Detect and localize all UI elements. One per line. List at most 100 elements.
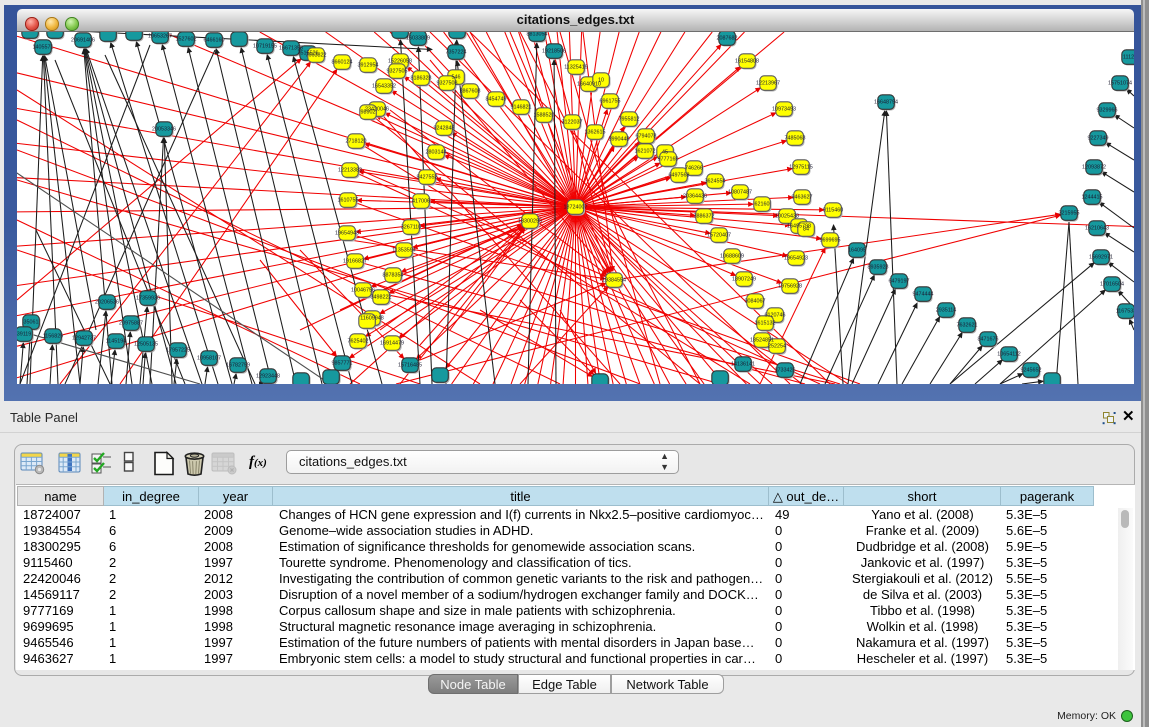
svg-text:7625402: 7625402: [348, 339, 369, 345]
svg-text:62160: 62160: [755, 202, 770, 208]
svg-text:98902: 98902: [361, 110, 376, 116]
svg-text:11609948: 11609948: [360, 316, 384, 322]
svg-text:9327508: 9327508: [437, 81, 458, 87]
svg-text:7357224: 7357224: [446, 50, 467, 56]
svg-text:11353594: 11353594: [392, 248, 416, 254]
svg-text:2087682: 2087682: [717, 36, 738, 42]
svg-text:84: 84: [803, 227, 809, 233]
svg-text:16543352: 16543352: [372, 84, 396, 90]
svg-text:8660124: 8660124: [332, 60, 353, 66]
svg-text:39119: 39119: [17, 332, 31, 338]
svg-text:1156829: 1156829: [43, 334, 64, 340]
svg-text:3624554: 3624554: [705, 179, 726, 185]
svg-text:15692971: 15692971: [1089, 255, 1113, 261]
svg-text:10688609: 10688609: [720, 254, 744, 260]
svg-text:12923448: 12923448: [256, 374, 280, 380]
svg-text:15716485: 15716485: [398, 363, 422, 369]
svg-text:12975115: 12975115: [789, 165, 813, 171]
svg-text:10654112: 10654112: [997, 352, 1021, 358]
svg-text:3122037: 3122037: [562, 120, 583, 126]
svg-text:12505135: 12505135: [134, 342, 158, 348]
svg-text:10653267: 10653267: [148, 34, 172, 40]
svg-text:3498222: 3498222: [371, 295, 392, 301]
svg-text:1145194: 1145194: [106, 339, 127, 345]
svg-text:1621072: 1621072: [635, 149, 656, 155]
svg-text:16210643: 16210643: [1085, 226, 1109, 232]
svg-text:15720407: 15720407: [707, 233, 731, 239]
svg-text:19756928: 19756928: [778, 284, 802, 290]
svg-text:15226058: 15226058: [388, 59, 412, 65]
svg-text:12213383: 12213383: [338, 168, 362, 174]
svg-text:1527602: 1527602: [176, 37, 197, 43]
svg-text:9463627: 9463627: [792, 195, 813, 201]
svg-text:17957225: 17957225: [166, 348, 190, 354]
svg-text:8990448: 8990448: [609, 137, 630, 143]
svg-text:9084067: 9084067: [745, 299, 766, 305]
svg-text:8813054: 8813054: [527, 32, 548, 38]
svg-text:746266: 746266: [685, 166, 703, 172]
svg-text:1588520: 1588520: [534, 113, 555, 119]
svg-text:6479197: 6479197: [889, 279, 910, 285]
svg-text:9474444: 9474444: [913, 292, 934, 298]
svg-text:17359936: 17359936: [136, 296, 160, 302]
svg-text:12942737: 12942737: [72, 336, 96, 342]
svg-text:9327505: 9327505: [387, 69, 408, 75]
svg-text:1733426: 1733426: [775, 368, 796, 374]
svg-text:11325419: 11325419: [564, 65, 588, 71]
svg-text:10807487: 10807487: [728, 190, 752, 196]
svg-text:8471676: 8471676: [978, 337, 999, 343]
svg-text:9146821: 9146821: [511, 105, 532, 111]
svg-text:1167533: 1167533: [1116, 309, 1134, 315]
svg-text:12213967: 12213967: [756, 81, 780, 87]
svg-text:1362615: 1362615: [585, 130, 606, 136]
svg-text:3215955: 3215955: [1059, 211, 1080, 217]
svg-text:6466160: 6466160: [204, 38, 225, 44]
svg-text:8186328: 8186328: [411, 76, 432, 82]
svg-text:12093872: 12093872: [1082, 165, 1106, 171]
svg-text:6120746: 6120746: [765, 313, 786, 319]
svg-text:9777169: 9777169: [658, 157, 679, 163]
svg-text:417006: 417006: [412, 199, 430, 205]
svg-text:10: 10: [598, 78, 604, 84]
svg-text:20206536: 20206536: [95, 300, 119, 306]
svg-text:15751074: 15751074: [1108, 81, 1132, 87]
svg-text:6794078: 6794078: [636, 134, 657, 140]
svg-text:9227349: 9227349: [1088, 136, 1109, 142]
svg-text:3912954: 3912954: [358, 63, 379, 69]
svg-text:6497568: 6497568: [669, 173, 690, 179]
svg-text:20364436: 20364436: [683, 194, 707, 200]
svg-text:10046756: 10046756: [351, 288, 375, 294]
svg-text:164095: 164095: [848, 248, 866, 254]
svg-text:9857771: 9857771: [332, 361, 353, 367]
svg-text:3267110: 3267110: [401, 225, 422, 231]
svg-text:9245652: 9245652: [1021, 368, 1042, 374]
svg-text:9115460: 9115460: [823, 208, 844, 214]
svg-text:9329966: 9329966: [1097, 108, 1118, 114]
svg-text:18724007: 18724007: [564, 205, 588, 211]
svg-text:16033809: 16033809: [406, 36, 430, 42]
svg-text:19654943: 19654943: [335, 231, 359, 237]
svg-text:1615132: 1615132: [755, 321, 776, 327]
svg-text:16648794: 16648794: [874, 100, 898, 106]
svg-text:8935923: 8935923: [868, 265, 889, 271]
svg-text:20975887: 20975887: [119, 321, 143, 327]
svg-text:45: 45: [662, 150, 668, 156]
svg-text:1244415: 1244415: [1082, 195, 1103, 201]
svg-text:9242848: 9242848: [434, 126, 455, 132]
svg-text:7663822: 7663822: [306, 53, 327, 59]
svg-text:20691406: 20691406: [71, 38, 95, 44]
svg-text:8454749: 8454749: [486, 97, 507, 103]
svg-text:16154808: 16154808: [735, 59, 759, 65]
svg-text:17016504: 17016504: [1100, 282, 1124, 288]
svg-text:20053346: 20053346: [152, 127, 176, 133]
svg-text:10025438: 10025438: [775, 214, 799, 220]
svg-text:8427552: 8427552: [417, 175, 438, 181]
svg-text:18300295: 18300295: [518, 219, 542, 225]
svg-text:19384554: 19384554: [602, 278, 626, 284]
svg-text:7886372: 7886372: [694, 214, 715, 220]
svg-text:18907249: 18907249: [732, 277, 756, 283]
svg-text:16782759: 16782759: [226, 363, 250, 369]
svg-text:19166827: 19166827: [343, 259, 367, 265]
svg-text:14136141: 14136141: [731, 362, 755, 368]
svg-text:1610755: 1610755: [338, 198, 359, 204]
